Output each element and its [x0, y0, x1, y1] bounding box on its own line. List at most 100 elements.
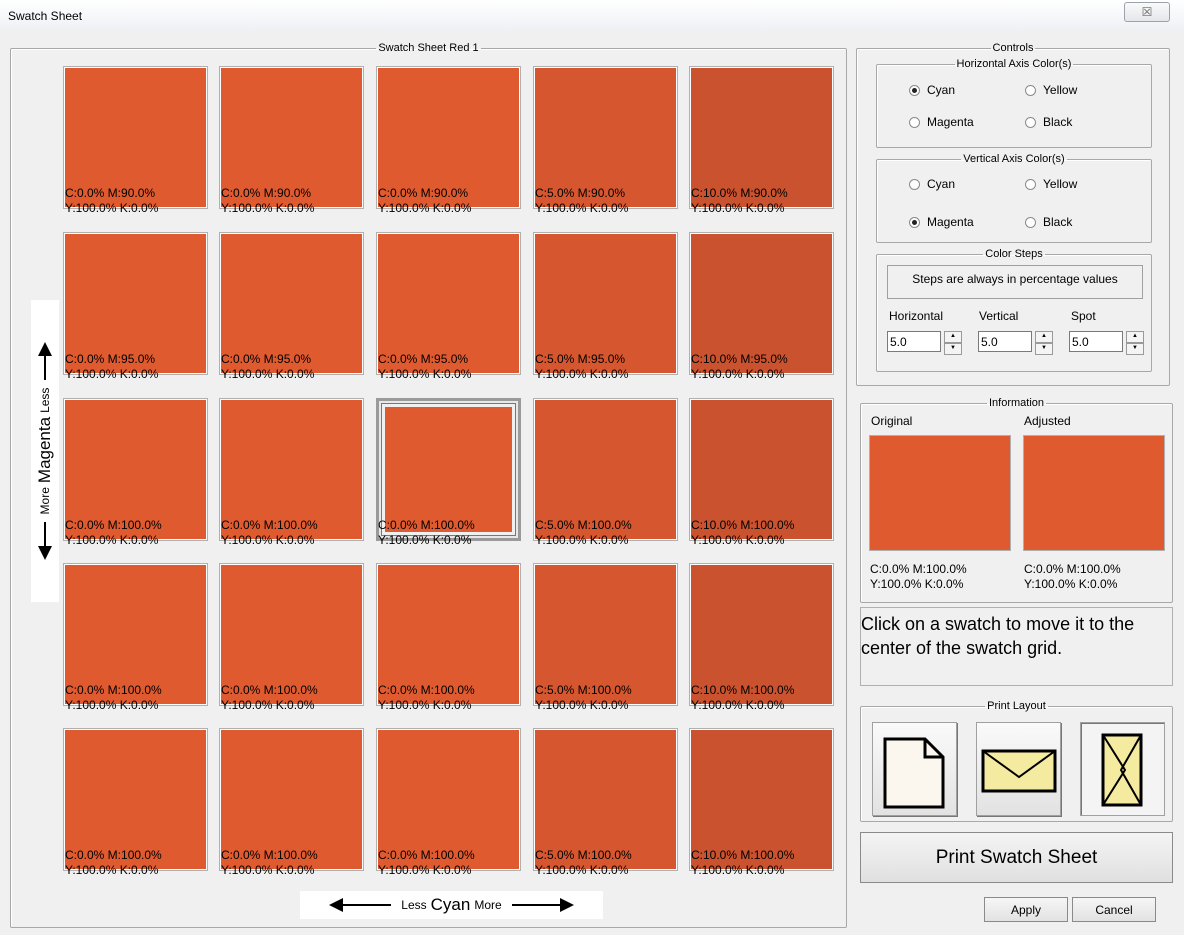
original-cmyk-line1: C:0.0% M:100.0%: [870, 562, 967, 576]
arrow-down-icon: [38, 546, 52, 561]
arrow-up-icon: [38, 341, 52, 356]
radio-indicator: [1025, 178, 1036, 190]
swatch-cmyk-line1: C:5.0% M:95.0%: [535, 352, 626, 366]
radio-indicator: [909, 84, 920, 96]
horizontal-axis-more: More: [474, 898, 502, 912]
v-radio-yellow[interactable]: Yellow: [1025, 177, 1077, 191]
swatch-cmyk-line1: C:0.0% M:100.0%: [221, 848, 318, 862]
swatch-cmyk-line1: C:0.0% M:100.0%: [65, 848, 162, 862]
spin-up-icon[interactable]: ▲: [1035, 331, 1053, 343]
swatch-cmyk-line2: Y:100.0% K:0.0%: [65, 698, 159, 712]
cancel-button[interactable]: Cancel: [1072, 897, 1156, 922]
vertical-axis-more: More: [38, 487, 52, 515]
swatch-cmyk-line2: Y:100.0% K:0.0%: [65, 863, 159, 877]
h-radio-magenta[interactable]: Magenta: [909, 115, 974, 129]
h-radio-cyan[interactable]: Cyan: [909, 83, 955, 97]
swatch-cmyk-line2: Y:100.0% K:0.0%: [378, 863, 472, 877]
spin-down-icon[interactable]: ▼: [1035, 343, 1053, 355]
spin-up-icon[interactable]: ▲: [1126, 331, 1144, 343]
original-label: Original: [871, 414, 913, 428]
horizontal-step-input[interactable]: 5.0: [887, 331, 941, 352]
swatch-cmyk-line1: C:0.0% M:95.0%: [221, 352, 312, 366]
layout-envelope-portrait-button[interactable]: [1080, 722, 1165, 816]
v-radio-cyan[interactable]: Cyan: [909, 177, 955, 191]
window-title: Swatch Sheet: [8, 9, 83, 23]
radio-indicator: [1025, 84, 1036, 96]
swatch-cmyk-line2: Y:100.0% K:0.0%: [378, 698, 472, 712]
horizontal-axis-indicator: Less Cyan More: [300, 891, 603, 919]
swatch-cmyk-line2: Y:100.0% K:0.0%: [221, 698, 315, 712]
swatch-cmyk-line2: Y:100.0% K:0.0%: [378, 201, 472, 215]
layout-page-button[interactable]: [872, 722, 957, 816]
arrow-right-icon: [559, 898, 574, 912]
spot-step-label: Spot: [1071, 309, 1096, 323]
layout-envelope-landscape-button[interactable]: [976, 722, 1061, 816]
vertical-step-input[interactable]: 5.0: [978, 331, 1032, 352]
horizontal-axis-less: Less: [401, 898, 427, 912]
swatch-cmyk-line1: C:10.0% M:90.0%: [691, 186, 788, 200]
swatch-cmyk-line1: C:0.0% M:90.0%: [378, 186, 469, 200]
print-layout-legend: Print Layout: [987, 700, 1046, 712]
swatch-cmyk-line1: C:0.0% M:90.0%: [221, 186, 312, 200]
spin-down-icon[interactable]: ▼: [944, 343, 962, 355]
vertical-axis-colors-legend: Vertical Axis Color(s): [963, 153, 1065, 165]
h-radio-black[interactable]: Black: [1025, 115, 1072, 129]
swatch-cmyk-line1: C:0.0% M:95.0%: [65, 352, 156, 366]
spot-step-input[interactable]: 5.0: [1069, 331, 1123, 352]
swatch-cmyk-line2: Y:100.0% K:0.0%: [221, 367, 315, 381]
swatch-cmyk-line2: Y:100.0% K:0.0%: [221, 863, 315, 877]
swatch-cmyk-line1: C:0.0% M:100.0%: [378, 848, 475, 862]
radio-indicator: [1025, 116, 1036, 128]
vertical-axis-colors-group: Vertical Axis Color(s): [876, 153, 1152, 243]
print-swatch-sheet-button[interactable]: Print Swatch Sheet: [860, 832, 1173, 883]
swatch-cmyk-line1: C:10.0% M:95.0%: [691, 352, 788, 366]
swatch-cmyk-line2: Y:100.0% K:0.0%: [535, 533, 629, 547]
spin-down-icon[interactable]: ▼: [1126, 343, 1144, 355]
spot-step-spinner[interactable]: 5.0 ▲ ▼: [1069, 331, 1144, 355]
spin-up-icon[interactable]: ▲: [944, 331, 962, 343]
swatch-cmyk-line2: Y:100.0% K:0.0%: [535, 863, 629, 877]
original-cmyk-line2: Y:100.0% K:0.0%: [870, 577, 964, 591]
swatch-cmyk-line1: C:5.0% M:90.0%: [535, 186, 626, 200]
envelope-landscape-icon: [981, 749, 1057, 793]
horizontal-axis-ink: Cyan: [430, 895, 471, 914]
adjusted-cmyk-line1: C:0.0% M:100.0%: [1024, 562, 1121, 576]
swatch-cmyk-line2: Y:100.0% K:0.0%: [535, 698, 629, 712]
original-swatch: [869, 435, 1011, 551]
color-steps-legend: Color Steps: [985, 248, 1043, 260]
swatch-cmyk-line1: C:5.0% M:100.0%: [535, 848, 632, 862]
swatch-cmyk-line1: C:0.0% M:100.0%: [221, 683, 318, 697]
vertical-axis-ink: Magenta: [35, 416, 54, 484]
swatch-cmyk-line2: Y:100.0% K:0.0%: [691, 533, 785, 547]
radio-indicator: [909, 216, 920, 228]
swatch-color: [385, 407, 512, 532]
v-radio-black[interactable]: Black: [1025, 215, 1072, 229]
swatch-cmyk-line2: Y:100.0% K:0.0%: [535, 201, 629, 215]
swatch-cmyk-line1: C:0.0% M:100.0%: [65, 683, 162, 697]
swatch-cmyk-line2: Y:100.0% K:0.0%: [221, 533, 315, 547]
vertical-step-label: Vertical: [979, 309, 1019, 323]
v-radio-magenta[interactable]: Magenta: [909, 215, 974, 229]
horizontal-step-spinner[interactable]: 5.0 ▲ ▼: [887, 331, 962, 355]
swatch-cmyk-line2: Y:100.0% K:0.0%: [691, 863, 785, 877]
adjusted-cmyk-line2: Y:100.0% K:0.0%: [1024, 577, 1118, 591]
h-radio-yellow[interactable]: Yellow: [1025, 83, 1077, 97]
swatch-cmyk-line2: Y:100.0% K:0.0%: [65, 533, 159, 547]
apply-button[interactable]: Apply: [984, 897, 1068, 922]
swatch-cmyk-line2: Y:100.0% K:0.0%: [65, 201, 159, 215]
swatch-cmyk-line1: C:0.0% M:95.0%: [378, 352, 469, 366]
title-bar: Swatch Sheet ☒: [0, 0, 1184, 30]
swatch-cmyk-line2: Y:100.0% K:0.0%: [535, 367, 629, 381]
vertical-step-spinner[interactable]: 5.0 ▲ ▼: [978, 331, 1053, 355]
swatch-cmyk-line2: Y:100.0% K:0.0%: [378, 367, 472, 381]
adjusted-label: Adjusted: [1024, 414, 1071, 428]
swatch-cmyk-line1: C:10.0% M:100.0%: [691, 518, 795, 532]
swatch-cmyk-line1: C:5.0% M:100.0%: [535, 683, 632, 697]
horizontal-axis-colors-legend: Horizontal Axis Color(s): [956, 58, 1072, 70]
steps-note: Steps are always in percentage values: [887, 265, 1143, 299]
close-icon: ☒: [1141, 5, 1153, 19]
swatch-cmyk-line2: Y:100.0% K:0.0%: [65, 367, 159, 381]
close-button[interactable]: ☒: [1124, 2, 1170, 22]
adjusted-swatch: [1023, 435, 1165, 551]
swatch-cmyk-line1: C:0.0% M:100.0%: [65, 518, 162, 532]
